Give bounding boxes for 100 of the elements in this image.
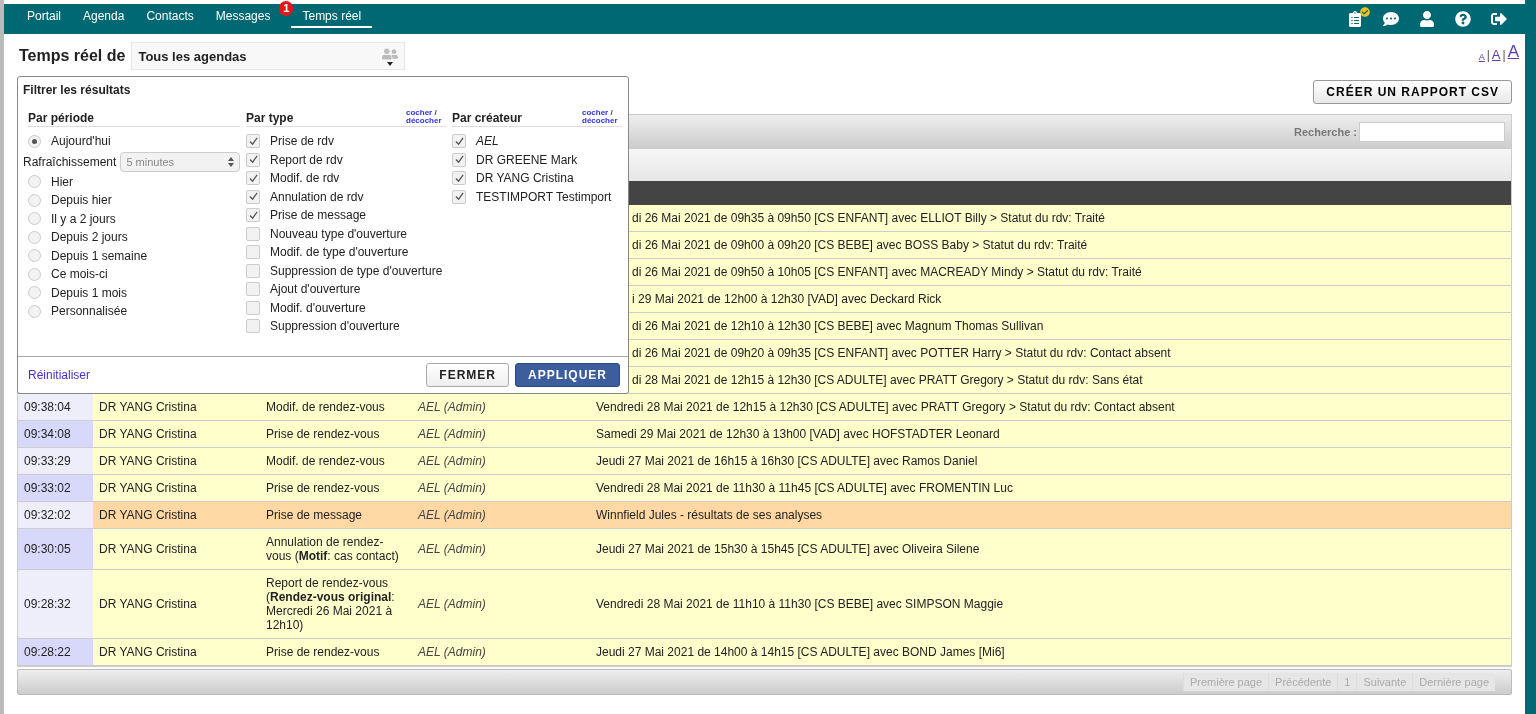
caret-icon <box>387 62 394 66</box>
checkbox-label: DR GREENE Mark <box>476 152 578 167</box>
nav-tab[interactable]: Agenda <box>72 6 136 28</box>
column-heading: Par type <box>246 111 294 125</box>
checkbox-label: Modif. de rdv <box>270 171 340 186</box>
agenda-cell: DR YANG Cristina <box>93 570 260 638</box>
radio-label: Depuis 2 jours <box>51 230 128 245</box>
radio-button[interactable] <box>28 230 41 244</box>
time-cell: 09:33:29 <box>18 448 93 474</box>
search-field[interactable] <box>1359 122 1505 142</box>
checkbox[interactable] <box>246 263 260 278</box>
radio-label: Depuis 1 semaine <box>51 248 148 263</box>
type-cell: Prise de rendez-vous <box>260 475 412 501</box>
detail-cell: Vendredi 28 Mai 2021 de 11h10 à 11h30 [CS BEBE] avec SIMPSON Maggie <box>590 570 1511 638</box>
checkbox[interactable] <box>246 171 260 186</box>
radio-label: Depuis 1 mois <box>51 285 128 300</box>
time-cell: 09:32:02 <box>18 502 93 528</box>
checkbox[interactable] <box>246 208 260 223</box>
creator-cell: AEL (Admin) <box>412 475 590 501</box>
type-cell: Report de rendez-vous (Rendez-vous original: Mercredi 26 Mai 2021 à 12h10) <box>260 570 412 638</box>
agenda-cell: DR YANG Cristina <box>93 639 260 665</box>
radio-button[interactable] <box>28 286 41 300</box>
refresh-label: Rafraîchissement <box>23 154 117 169</box>
type-cell: Prise de message <box>260 502 412 528</box>
apply-button[interactable]: APPLIQUER <box>515 363 620 387</box>
font-size-link[interactable]: A <box>1507 42 1519 62</box>
page-title: Temps réel de <box>19 47 126 65</box>
time-cell: 09:30:05 <box>18 529 93 569</box>
radio-label: Personnalisée <box>51 304 128 319</box>
radio-button[interactable] <box>28 193 41 207</box>
detail-cell: Samedi 29 Mai 2021 de 12h30 à 13h00 [VAD] avec HOFSTADTER Leonard <box>590 421 1511 447</box>
checkbox-label: Prise de rdv <box>270 134 335 149</box>
type-cell: Prise de rendez-vous <box>260 639 412 665</box>
checkbox[interactable] <box>246 245 260 260</box>
checkbox-label: Ajout d'ouverture <box>270 282 361 297</box>
logout-icon[interactable] <box>1491 11 1507 27</box>
help-icon[interactable] <box>1455 11 1471 27</box>
nav-tab[interactable]: Messages <box>204 6 282 28</box>
checkbox-label: Modif. d'ouverture <box>270 300 366 315</box>
radio-button[interactable] <box>28 304 41 318</box>
time-cell: 09:34:08 <box>18 421 93 447</box>
radio-button[interactable] <box>28 267 41 281</box>
checkbox[interactable] <box>452 171 466 186</box>
nav-tab[interactable]: Temps réel <box>291 6 373 28</box>
radio-label: Hier <box>51 174 73 189</box>
agenda-select[interactable]: Tous les agendas <box>131 42 406 70</box>
nav-tab[interactable]: Contacts <box>135 6 205 28</box>
creator-cell: AEL (Admin) <box>412 529 590 569</box>
creator-cell: AEL (Admin) <box>412 502 590 528</box>
refresh-select[interactable]: 5 minutes <box>120 151 240 172</box>
radio-label: Ce mois-ci <box>51 267 108 282</box>
creator-cell: AEL (Admin) <box>412 421 590 447</box>
font-size-link[interactable]: A <box>1491 47 1501 62</box>
check-all-link[interactable]: cocher / décocher <box>582 109 622 125</box>
agenda-cell: DR YANG Cristina <box>93 394 260 420</box>
checkbox[interactable] <box>452 152 466 167</box>
agenda-cell: DR YANG Cristina <box>93 502 260 528</box>
checkbox-label: Suppression d'ouverture <box>270 319 400 334</box>
type-cell: Modif. de rendez-vous <box>260 394 412 420</box>
radio-button[interactable] <box>28 134 41 148</box>
column-heading: Par période <box>28 111 95 125</box>
creator-cell: AEL (Admin) <box>412 394 590 420</box>
csv-report-button[interactable]: CRÉER UN RAPPORT CSV <box>1313 80 1512 104</box>
column-heading: Par créateur <box>452 111 523 125</box>
search-label: Recherche : <box>1294 126 1357 138</box>
checkbox[interactable] <box>246 300 260 315</box>
font-size-link[interactable]: A <box>1478 52 1485 62</box>
clipboard-icon[interactable] <box>1347 11 1363 27</box>
creator-cell: AEL (Admin) <box>412 570 590 638</box>
checkbox[interactable] <box>452 134 466 149</box>
checkbox[interactable] <box>246 282 260 297</box>
radio-button[interactable] <box>28 249 41 263</box>
separator: | <box>1502 48 1506 62</box>
separator: | <box>1486 48 1490 62</box>
checkbox[interactable] <box>246 189 260 204</box>
user-icon[interactable] <box>1419 11 1435 27</box>
check-all-link[interactable]: cocher / décocher <box>406 109 446 125</box>
time-cell: 09:28:32 <box>18 570 93 638</box>
checkbox[interactable] <box>246 226 260 241</box>
time-cell: 09:38:04 <box>18 394 93 420</box>
checkbox-label: Suppression de type d'ouverture <box>270 263 443 278</box>
reset-link[interactable]: Réinitialiser <box>28 368 91 382</box>
checkbox-label: DR YANG Cristina <box>476 171 574 186</box>
radio-label: Aujourd'hui <box>51 134 111 149</box>
detail-cell: Vendredi 28 Mai 2021 de 12h15 à 12h30 [CS ADULTE] avec PRATT Gregory > Statut du rdv: Contact absent <box>590 394 1511 420</box>
radio-button[interactable] <box>28 175 41 189</box>
checkbox[interactable] <box>246 134 260 149</box>
checkbox-label: AEL <box>476 134 499 149</box>
radio-label: Il y a 2 jours <box>51 211 116 226</box>
type-cell: Modif. de rendez-vous <box>260 448 412 474</box>
time-cell: 09:33:02 <box>18 475 93 501</box>
creator-cell: AEL (Admin) <box>412 639 590 665</box>
close-button[interactable]: FERMER <box>426 363 509 387</box>
nav-tab[interactable]: Portail <box>16 6 72 28</box>
checkbox[interactable] <box>246 319 260 334</box>
checkbox[interactable] <box>246 152 260 167</box>
checkbox-label: Prise de message <box>270 208 367 223</box>
radio-button[interactable] <box>28 212 41 226</box>
chat-icon[interactable] <box>1383 11 1399 27</box>
checkbox[interactable] <box>452 189 466 204</box>
